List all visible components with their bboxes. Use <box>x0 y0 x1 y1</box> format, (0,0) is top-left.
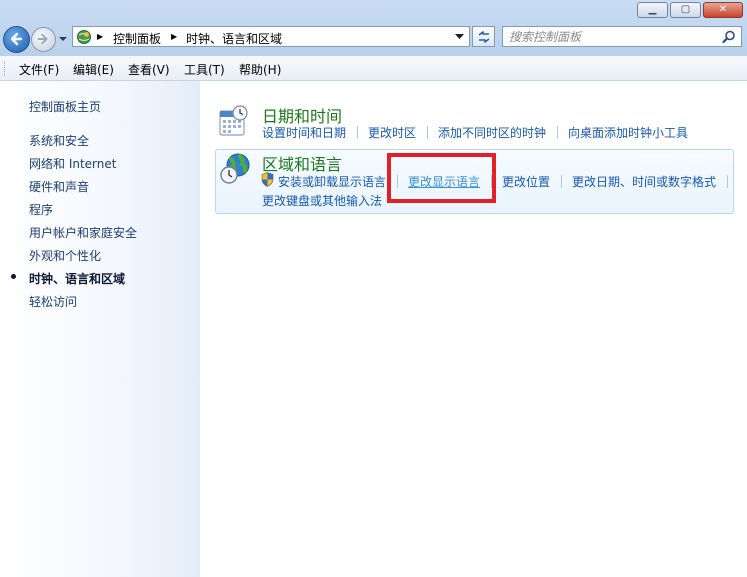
sidebar: 控制面板主页 系统和安全 网络和 Internet 硬件和声音 程序 用户帐户和… <box>0 81 200 577</box>
maximize-icon: ▢ <box>680 4 691 15</box>
menu-help[interactable]: 帮助(H) <box>239 61 281 78</box>
close-icon: ✕ <box>718 4 728 15</box>
link-install-display-language[interactable]: 安装或卸载显示语言 <box>278 173 386 190</box>
caption-buttons: ▁ ▢ ✕ <box>637 2 743 18</box>
globe-clock-icon[interactable] <box>219 152 253 186</box>
section-title-region-language[interactable]: 区域和语言 <box>262 151 342 175</box>
breadcrumb-clock-language-region[interactable]: 时钟、语言和区域 <box>186 30 282 47</box>
sidebar-item-programs[interactable]: 程序 <box>29 201 53 218</box>
close-button[interactable]: ✕ <box>703 2 743 18</box>
menu-view[interactable]: 查看(V) <box>128 61 170 78</box>
menu-grip <box>4 61 8 76</box>
uac-shield-icon <box>261 172 274 187</box>
minimize-icon: ▁ <box>648 4 657 15</box>
control-panel-icon <box>77 30 91 44</box>
link-change-display-language[interactable]: 更改显示语言 <box>408 173 480 190</box>
window-header: ▁ ▢ ✕ ▶ 控制面板 ▶ 时钟、语言和区域 <box>0 0 747 56</box>
crumb-separator-icon[interactable]: ▶ <box>97 32 103 41</box>
link-separator <box>557 126 558 139</box>
link-add-clock-gadget[interactable]: 向桌面添加时钟小工具 <box>568 124 688 141</box>
link-set-time-date[interactable]: 设置时间和日期 <box>262 124 346 141</box>
sidebar-item-appearance[interactable]: 外观和个性化 <box>29 247 101 264</box>
sidebar-item-hardware-sound[interactable]: 硬件和声音 <box>29 178 89 195</box>
search-input[interactable] <box>509 28 719 45</box>
maximize-button[interactable]: ▢ <box>670 2 701 18</box>
link-change-keyboards[interactable]: 更改键盘或其他输入法 <box>262 192 382 209</box>
search-box[interactable] <box>502 26 742 47</box>
breadcrumb-control-panel[interactable]: 控制面板 <box>113 30 161 47</box>
menu-edit[interactable]: 编辑(E) <box>73 61 114 78</box>
sidebar-item-home[interactable]: 控制面板主页 <box>29 98 101 115</box>
link-add-clocks[interactable]: 添加不同时区的时钟 <box>438 124 546 141</box>
forward-arrow-icon <box>37 33 48 45</box>
link-change-location[interactable]: 更改位置 <box>502 173 550 190</box>
link-separator <box>727 175 728 188</box>
crumb-separator-icon[interactable]: ▶ <box>171 32 177 41</box>
sidebar-item-network-internet[interactable]: 网络和 Internet <box>29 155 116 172</box>
link-separator <box>427 126 428 139</box>
link-change-timezone[interactable]: 更改时区 <box>368 124 416 141</box>
history-dropdown-icon[interactable] <box>58 35 68 43</box>
link-change-date-time-number-formats[interactable]: 更改日期、时间或数字格式 <box>572 173 716 190</box>
calendar-clock-icon[interactable] <box>218 105 250 137</box>
address-bar[interactable]: ▶ 控制面板 ▶ 时钟、语言和区域 <box>72 26 470 47</box>
sidebar-item-ease-of-access[interactable]: 轻松访问 <box>29 293 77 310</box>
address-dropdown-icon[interactable] <box>455 34 464 40</box>
search-icon[interactable] <box>722 30 736 44</box>
menu-bar: 文件(F) 编辑(E) 查看(V) 工具(T) 帮助(H) <box>0 56 747 81</box>
sidebar-item-clock-language-region: 时钟、语言和区域 <box>29 272 126 286</box>
refresh-button[interactable] <box>472 26 495 47</box>
back-arrow-icon <box>10 32 23 46</box>
refresh-icon <box>478 31 490 43</box>
active-bullet-icon <box>11 274 16 279</box>
link-separator <box>357 126 358 139</box>
forward-button[interactable] <box>31 27 56 52</box>
link-separator <box>561 175 562 188</box>
sidebar-item-user-accounts[interactable]: 用户帐户和家庭安全 <box>29 224 137 241</box>
link-separator <box>491 175 492 188</box>
menu-tools[interactable]: 工具(T) <box>184 61 225 78</box>
menu-file[interactable]: 文件(F) <box>19 61 59 78</box>
sidebar-item-system-security[interactable]: 系统和安全 <box>29 132 89 149</box>
main-content: 日期和时间 设置时间和日期 更改时区 添加不同时区的时钟 向桌面添加时钟小工具 … <box>200 81 747 577</box>
link-separator <box>397 175 398 188</box>
minimize-button[interactable]: ▁ <box>637 2 668 18</box>
back-button[interactable] <box>3 26 30 53</box>
